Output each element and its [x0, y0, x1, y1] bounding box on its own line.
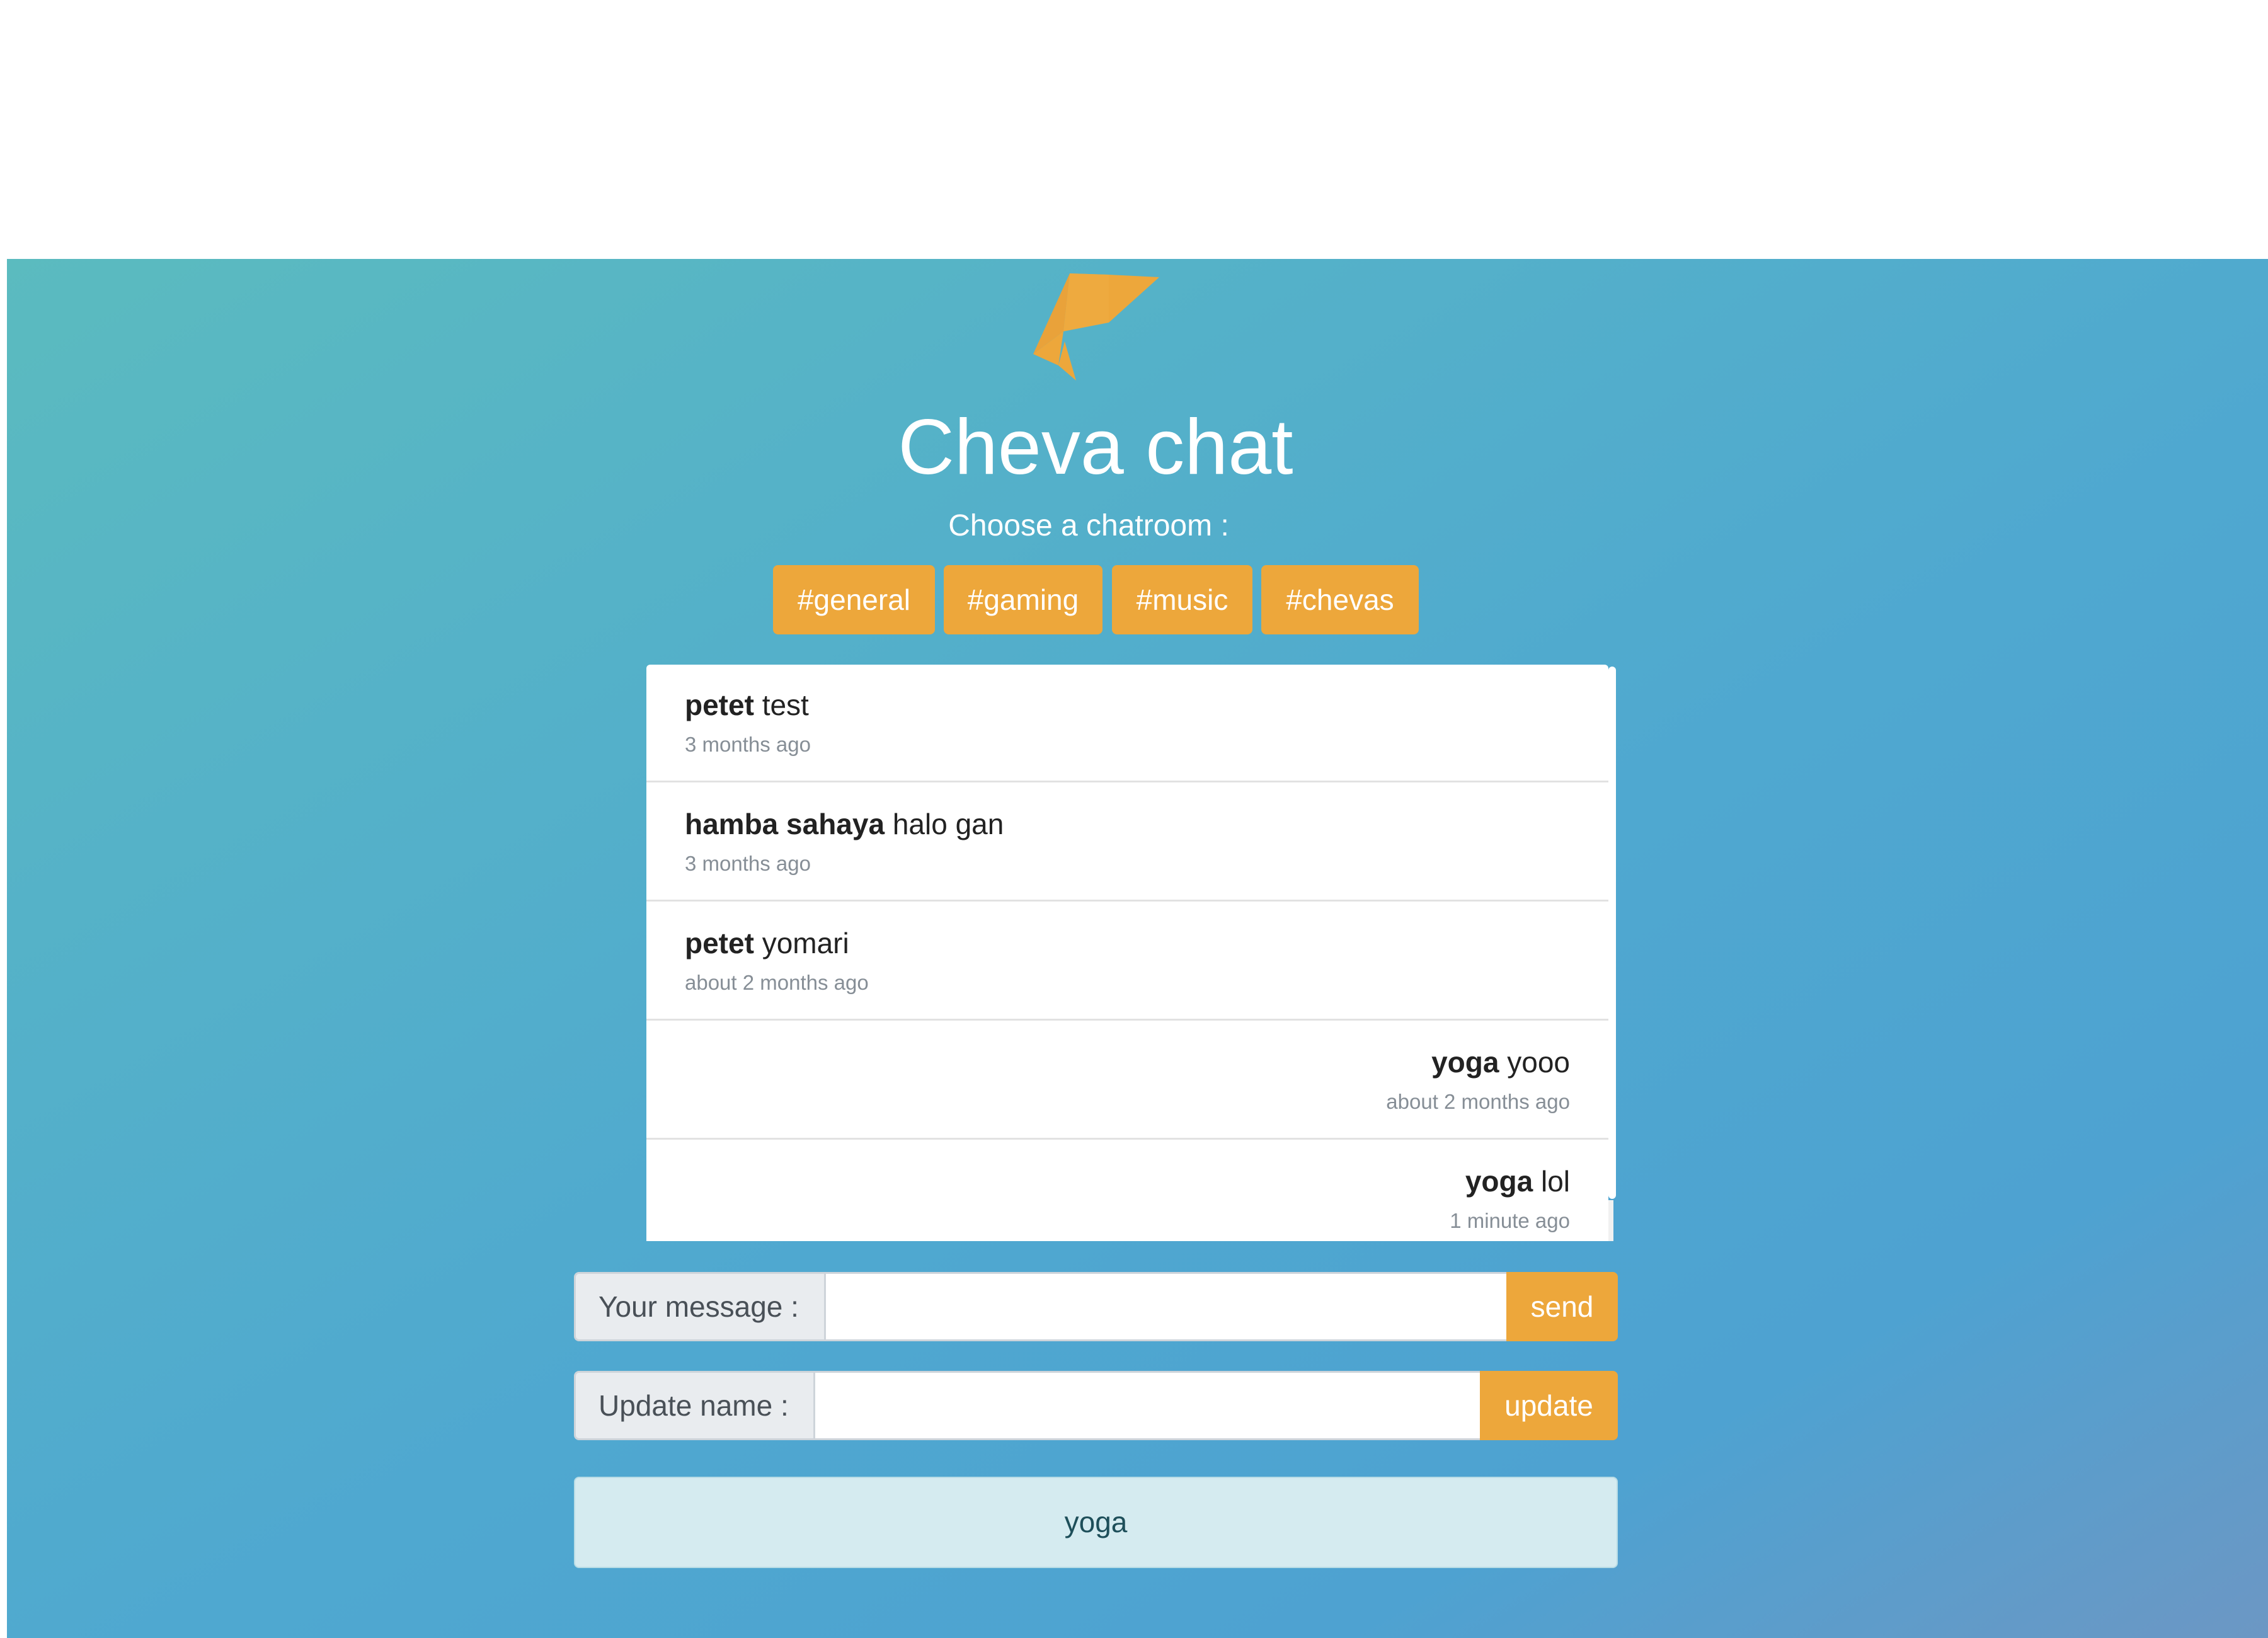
message-form: Your message : send: [574, 1272, 1618, 1341]
message-item: petet yomari about 2 months ago: [646, 903, 1608, 1021]
top-blank-area: [0, 0, 2268, 259]
app-title: Cheva chat: [898, 404, 1293, 491]
scrollbar-track: [1608, 1200, 1613, 1241]
message-list-scrollbar[interactable]: [1608, 667, 1616, 1199]
update-name-label: Update name :: [574, 1371, 813, 1440]
room-button-music[interactable]: #music: [1112, 565, 1252, 634]
chatroom-selector: #general #gaming #music #chevas: [773, 565, 1419, 634]
message-label: Your message :: [574, 1272, 824, 1341]
send-button[interactable]: send: [1506, 1272, 1618, 1341]
message-text: yooo: [1507, 1046, 1570, 1079]
message-author: yoga: [1431, 1046, 1499, 1079]
message-input[interactable]: [824, 1272, 1509, 1341]
chatroom-prompt: Choose a chatroom :: [948, 509, 1229, 542]
room-button-chevas[interactable]: #chevas: [1261, 565, 1419, 634]
message-text: yomari: [762, 927, 849, 959]
message-timestamp: about 2 months ago: [1386, 1090, 1570, 1113]
message-text: lol: [1540, 1165, 1570, 1198]
room-button-gaming[interactable]: #gaming: [944, 565, 1102, 634]
room-button-general[interactable]: #general: [773, 565, 935, 634]
message-item: petet test 3 months ago: [646, 665, 1608, 782]
message-author: petet: [685, 689, 754, 721]
update-name-form: Update name : update: [574, 1371, 1618, 1440]
message-author: petet: [685, 927, 754, 959]
message-list[interactable]: petet test 3 months ago hamba sahaya hal…: [646, 665, 1608, 1241]
update-button[interactable]: update: [1480, 1371, 1618, 1440]
message-text: test: [762, 689, 809, 721]
message-author: hamba sahaya: [685, 808, 885, 840]
message-text: halo gan: [892, 808, 1004, 840]
current-username: yoga: [574, 1477, 1618, 1568]
origami-bird-icon: [1033, 273, 1159, 381]
message-timestamp: 1 minute ago: [1450, 1209, 1570, 1232]
message-item: hamba sahaya halo gan 3 months ago: [646, 784, 1608, 902]
message-author: yoga: [1465, 1165, 1533, 1198]
message-item: yoga yooo about 2 months ago: [646, 1022, 1608, 1140]
message-item: yoga lol 1 minute ago: [646, 1141, 1608, 1241]
message-timestamp: 3 months ago: [685, 733, 811, 756]
message-timestamp: about 2 months ago: [685, 971, 869, 994]
update-name-input[interactable]: [813, 1371, 1482, 1440]
message-timestamp: 3 months ago: [685, 852, 811, 875]
